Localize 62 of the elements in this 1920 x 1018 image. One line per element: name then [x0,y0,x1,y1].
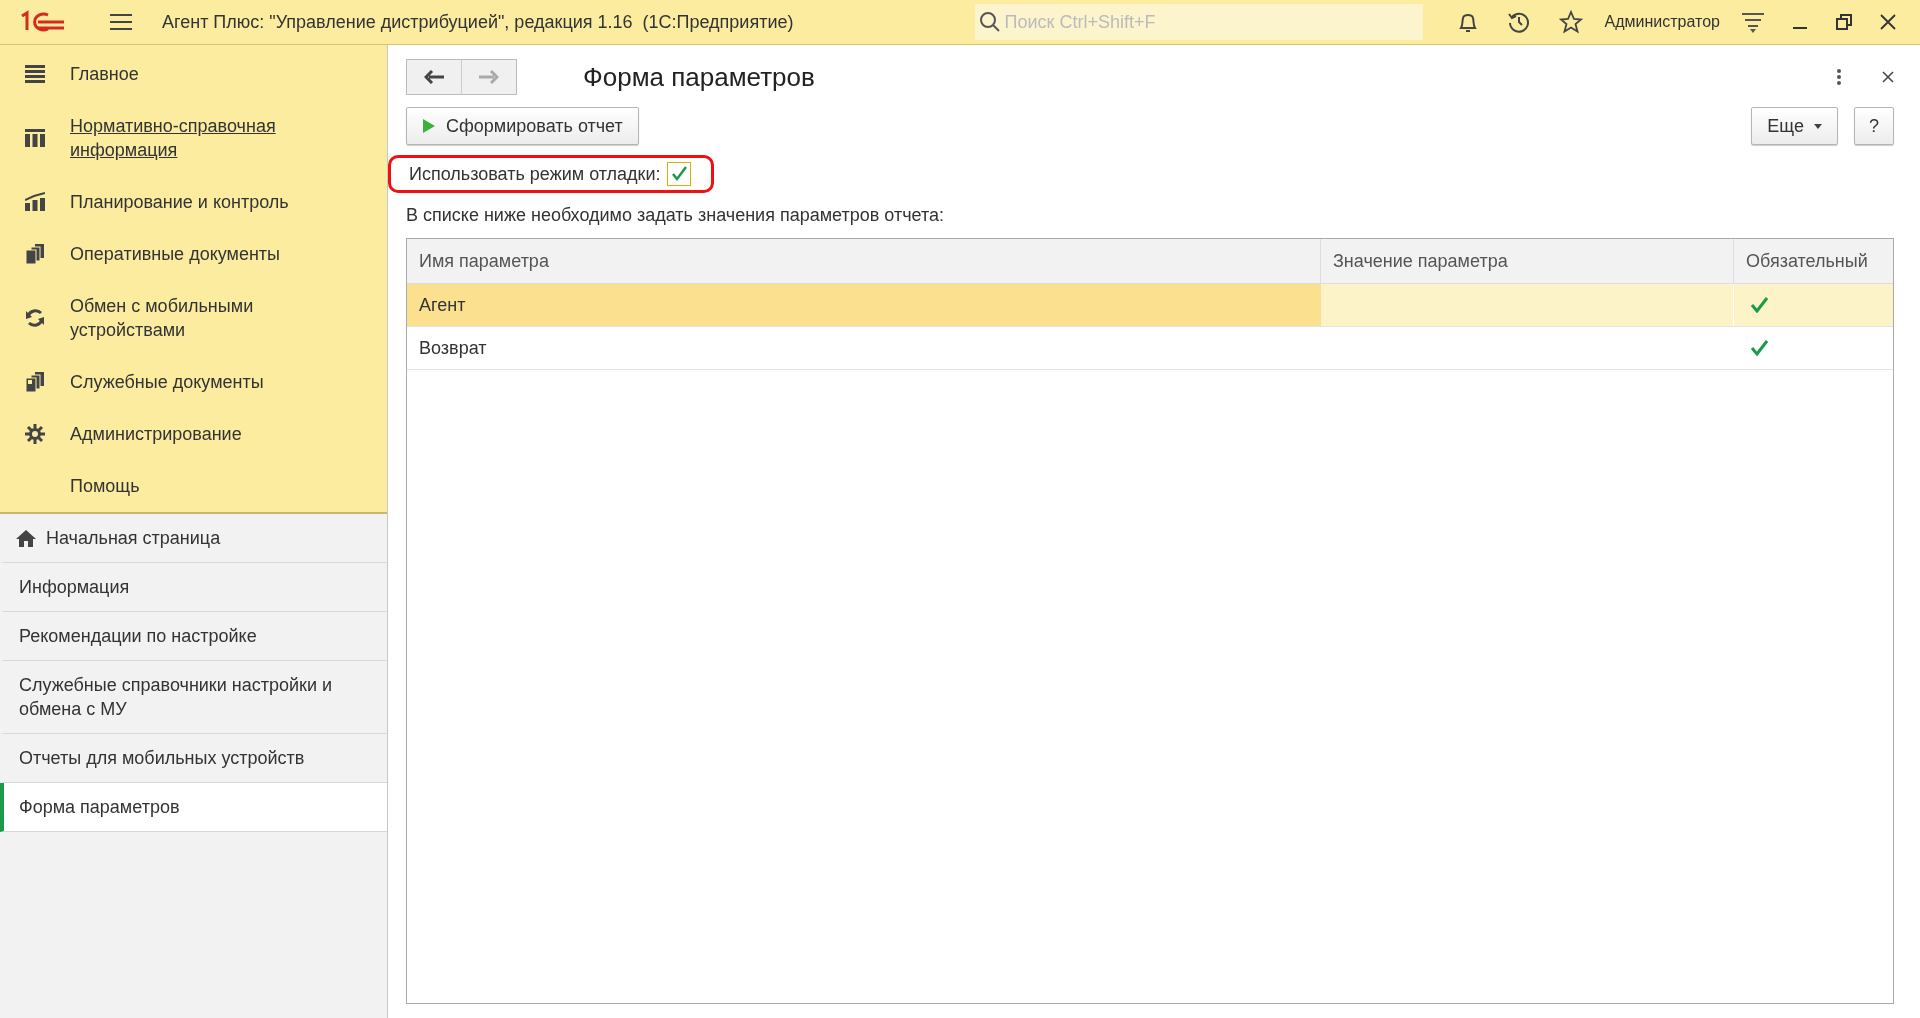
section-item[interactable]: Обмен с мобильными устройствами [0,280,387,356]
documents-icon [25,244,45,264]
close-icon[interactable] [1880,14,1896,30]
bar-chart-icon [25,192,45,212]
section-item[interactable]: Нормативно-справочная информация [0,100,387,176]
open-page-tab[interactable]: Информация [0,563,387,612]
user-name[interactable]: Администратор [1604,13,1720,31]
more-button[interactable]: Еще [1751,107,1838,145]
filter-menu-icon[interactable] [1742,11,1764,33]
table-row[interactable]: Агент [407,284,1893,327]
section-item[interactable]: Оперативные документы [0,228,387,280]
section-label[interactable]: Нормативно-справочная информация [70,114,330,162]
form-title: Форма параметров [583,61,815,93]
open-page-label[interactable]: Начальная страница [46,526,221,550]
table-cell: Агент [407,284,1321,326]
close-icon[interactable] [1882,71,1894,83]
section-label[interactable]: Оперативные документы [70,242,330,266]
star-icon[interactable] [1558,10,1583,34]
table-cell-text: Возврат [418,336,488,360]
section-label[interactable]: Служебные документы [70,370,330,394]
columns-icon [25,128,45,148]
section-label[interactable]: Обмен с мобильными устройствами [70,294,330,342]
section-item[interactable]: Помощь [0,460,387,512]
search-field[interactable]: Поиск Ctrl+Shift+F [974,4,1423,40]
column-header[interactable]: Обязательный [1734,239,1893,283]
open-page-tab[interactable]: Рекомендации по настройке [0,612,387,661]
section-item[interactable]: Планирование и контроль [0,176,387,228]
instruction-text: В списке ниже необходимо задать значения параметров отчета: [406,205,946,226]
menu-icon[interactable] [110,13,132,31]
checkmark-icon [670,166,687,182]
help-button[interactable]: ? [1854,107,1894,145]
caret-icon [1814,123,1822,129]
section-label[interactable]: Помощь [70,474,330,498]
debug-mode-checkbox[interactable] [666,162,691,186]
section-label[interactable]: Администрирование [70,422,330,446]
search-icon [978,11,1001,33]
column-header[interactable]: Имя параметра [407,239,1321,283]
column-header[interactable]: Значение параметра [1321,239,1734,283]
open-page-tab[interactable]: Служебные справочники настройки и обмена с МУ [0,661,387,734]
table-row[interactable]: Возврат [407,327,1893,370]
refresh-icon [25,308,45,328]
play-icon [422,118,436,134]
open-page-tab[interactable]: Форма параметров [0,783,387,832]
window-title: Агент Плюс: "Управление дистрибуцией", редакция 1.16 (1С:Предприятие) [162,11,794,33]
right-arrow-icon [479,70,499,84]
section-label[interactable]: Главное [70,62,330,86]
checkbox-label: Использовать режим отладки: [409,163,661,185]
section-item[interactable]: Главное [0,48,387,100]
generate-report-button[interactable]: Сформировать отчет [406,107,639,145]
back-button[interactable] [406,59,462,95]
home-icon [16,529,36,547]
open-page-tab[interactable]: Начальная страница [0,514,387,563]
section-item[interactable]: Служебные документы [0,356,387,408]
restore-icon[interactable] [1836,14,1852,30]
section-item[interactable]: Администрирование [0,408,387,460]
left-arrow-icon [424,70,444,84]
history-icon[interactable] [1506,10,1531,34]
section-label[interactable]: Планирование и контроль [70,190,330,214]
gear-icon [25,424,45,444]
documents-icon [25,372,45,392]
more-options-icon[interactable] [1836,68,1842,86]
list-icon [25,64,45,84]
